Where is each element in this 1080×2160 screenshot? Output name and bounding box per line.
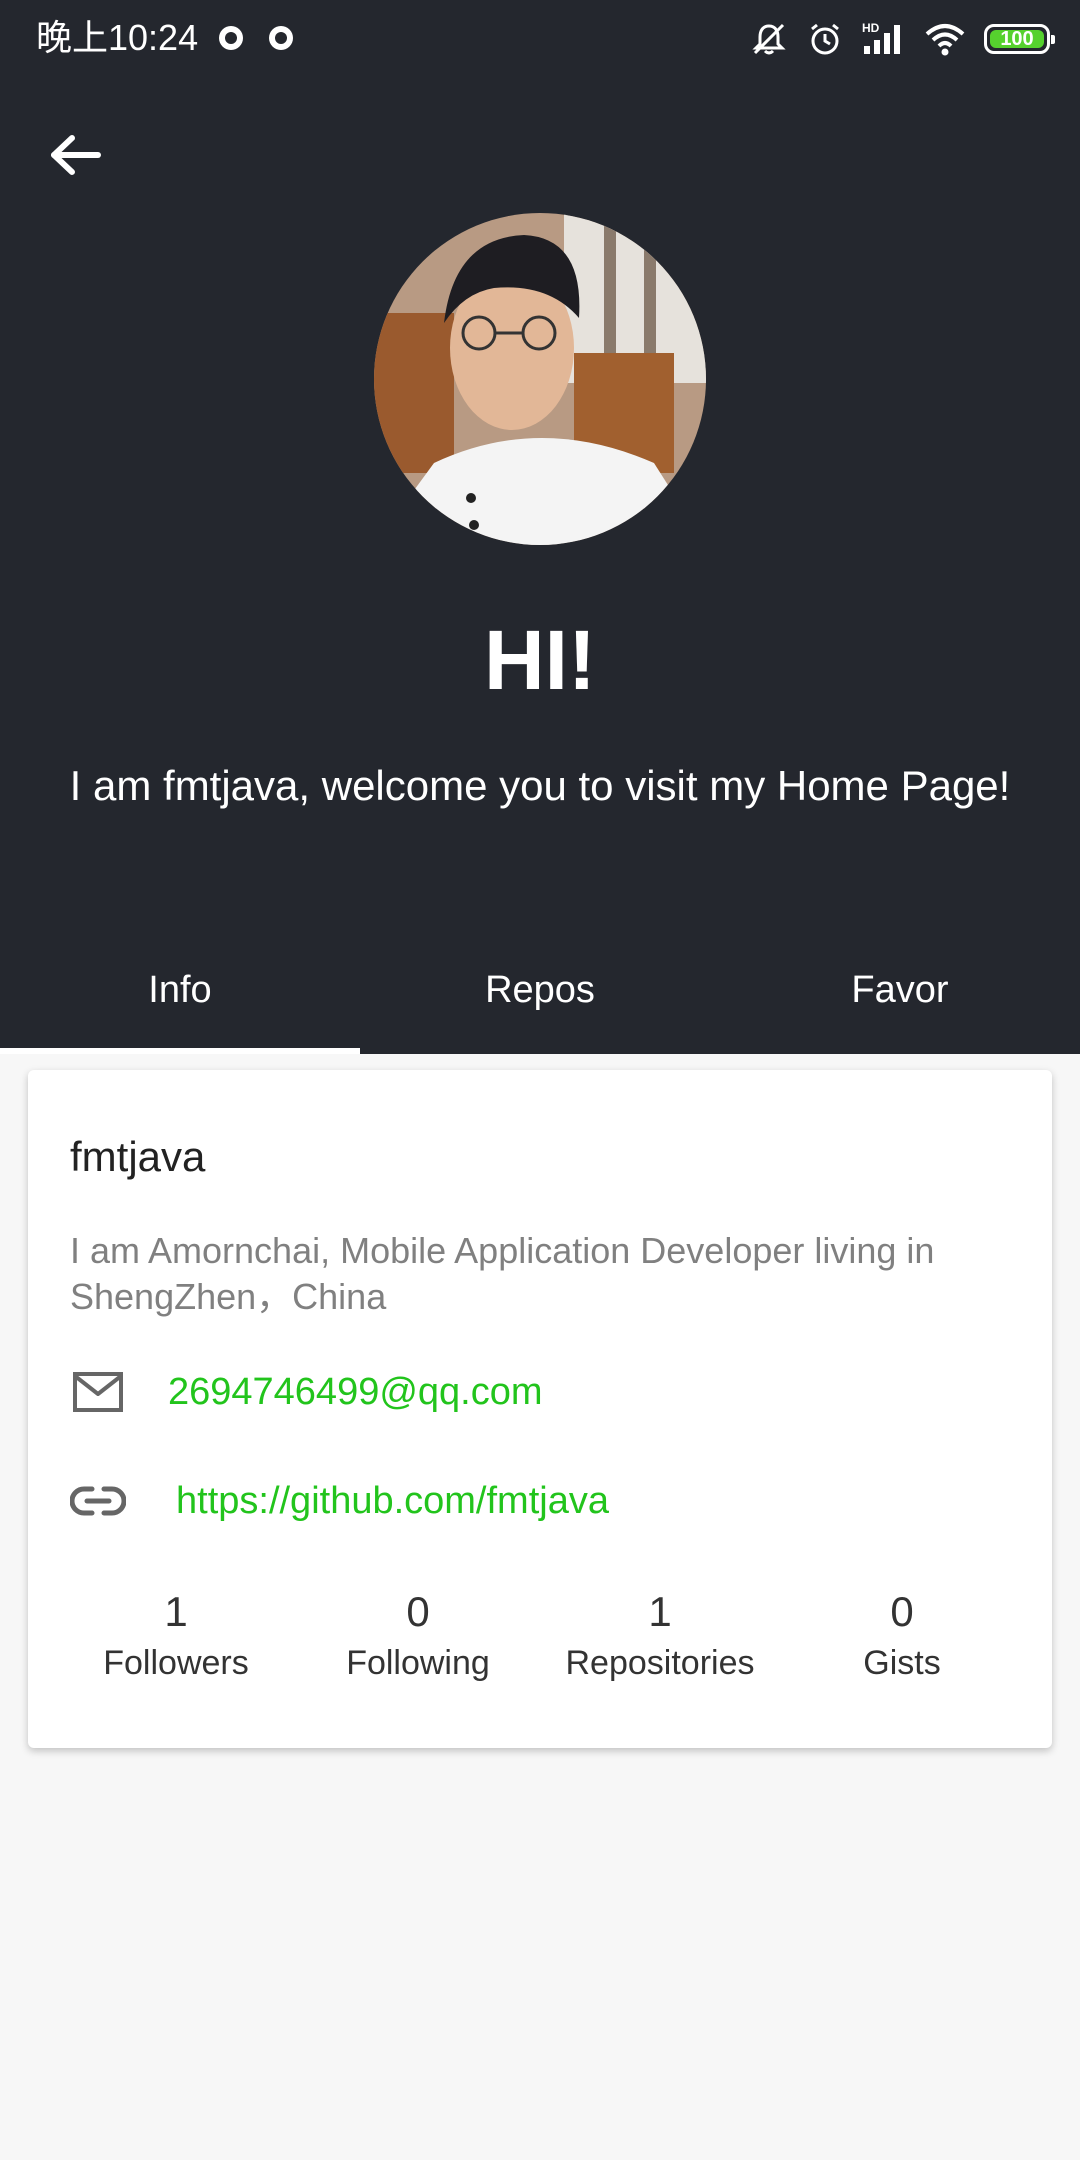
avatar-photo — [374, 213, 706, 545]
stat-repositories[interactable]: 1 Repositories — [540, 1587, 780, 1685]
tab-bar: Info Repos Favor — [0, 950, 1080, 1054]
avatar[interactable] — [374, 213, 706, 545]
tab-info-label: Info — [148, 969, 212, 1011]
tab-indicator — [0, 1048, 360, 1054]
hd-signal-icon: HD — [862, 21, 900, 54]
tab-favor-label: Favor — [851, 969, 949, 1011]
website-link[interactable]: https://github.com/fmtjava — [176, 1478, 609, 1524]
status-bar: 晚上10:24 HD 100 — [0, 0, 1080, 78]
stat-gists[interactable]: 0 Gists — [782, 1587, 1022, 1685]
tab-repos-label: Repos — [485, 969, 595, 1011]
back-button[interactable] — [38, 118, 112, 192]
svg-text:HD: HD — [862, 21, 880, 35]
stat-followers-label: Followers — [103, 1644, 249, 1682]
stats-row: 1 Followers 0 Following 1 Repositories 0… — [28, 1587, 1052, 1697]
status-time: 晚上10:24 — [36, 17, 199, 58]
stat-followers-value: 1 — [164, 1588, 188, 1635]
notification-dot-icon — [219, 26, 243, 50]
stat-gists-label: Gists — [863, 1644, 941, 1682]
stat-following[interactable]: 0 Following — [298, 1587, 538, 1685]
profile-header: 晚上10:24 HD 100 HI! I am fmtjava, welcome… — [0, 0, 1080, 1054]
stat-repositories-label: Repositories — [565, 1644, 755, 1682]
status-icons: HD 100 — [750, 18, 1055, 60]
mute-icon — [752, 23, 786, 55]
battery-level: 100 — [1000, 28, 1034, 50]
alarm-icon — [811, 23, 839, 55]
stat-following-value: 0 — [406, 1588, 430, 1635]
email-link[interactable]: 2694746499@qq.com — [168, 1369, 543, 1415]
stat-following-label: Following — [346, 1644, 490, 1682]
tab-info[interactable]: Info — [0, 950, 360, 1054]
link-icon — [70, 1473, 126, 1529]
website-row[interactable]: https://github.com/fmtjava — [70, 1466, 609, 1536]
hero-title: HI! — [484, 613, 596, 707]
arrow-back-icon — [51, 135, 101, 175]
stat-followers[interactable]: 1 Followers — [56, 1587, 296, 1685]
notification-dot-icon — [269, 26, 293, 50]
tab-favor[interactable]: Favor — [720, 950, 1080, 1054]
stat-gists-value: 0 — [890, 1588, 914, 1635]
wifi-icon — [925, 24, 965, 56]
email-icon — [70, 1364, 126, 1420]
profile-bio: I am Amornchai, Mobile Application Devel… — [70, 1230, 935, 1317]
profile-username: fmtjava — [70, 1133, 206, 1180]
stat-repositories-value: 1 — [648, 1588, 672, 1635]
email-row[interactable]: 2694746499@qq.com — [70, 1357, 543, 1427]
profile-card: fmtjava I am Amornchai, Mobile Applicati… — [28, 1070, 1052, 1748]
battery-icon: 100 — [984, 24, 1055, 54]
welcome-message: I am fmtjava, welcome you to visit my Ho… — [69, 762, 1011, 809]
tab-repos[interactable]: Repos — [360, 950, 720, 1054]
